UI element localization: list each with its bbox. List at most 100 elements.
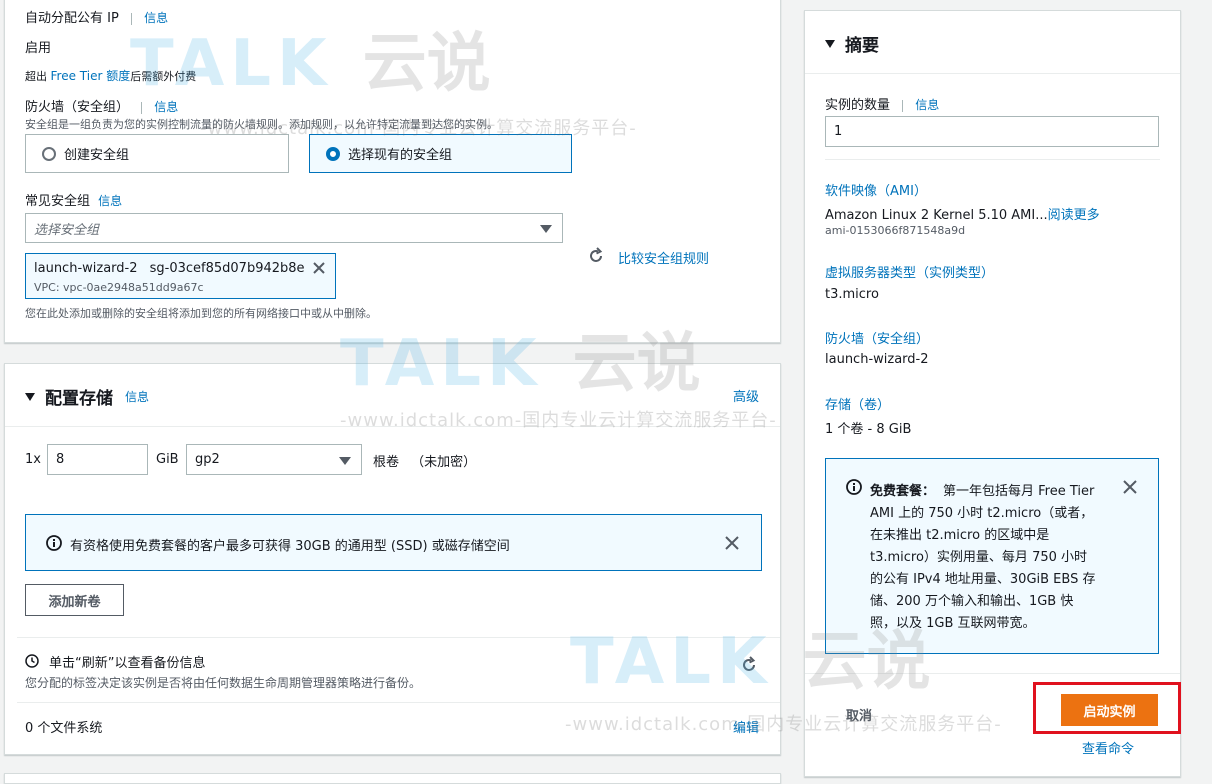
- edit-filesystems-link[interactable]: 编辑: [733, 717, 759, 736]
- backup-refresh-title: 单击“刷新”以查看备份信息: [49, 656, 206, 671]
- storage-summary-value: 1 个卷 - 8 GiB: [825, 422, 912, 437]
- radio-create-icon[interactable]: [42, 146, 56, 161]
- divider: [17, 702, 780, 703]
- storage-info-link[interactable]: 信息: [125, 388, 149, 405]
- launch-instance-button[interactable]: 启动实例: [1061, 694, 1158, 726]
- free-tier-suffix: 后需额外付费: [130, 70, 197, 83]
- root-volume-text: 根卷 （未加密）: [373, 451, 476, 470]
- close-icon[interactable]: [1122, 479, 1138, 495]
- token-id: sg-03cef85d07b942b8e: [149, 261, 305, 276]
- add-volume-button[interactable]: 添加新卷: [25, 584, 124, 616]
- existing-security-group-option[interactable]: 选择现有的安全组: [309, 134, 572, 173]
- storage-title: 配置存储: [45, 389, 113, 409]
- instance-type-label[interactable]: 虚拟服务器类型（实例类型）: [825, 262, 994, 281]
- caret-down-icon[interactable]: [825, 39, 835, 48]
- advanced-link[interactable]: 高级: [733, 386, 759, 405]
- remove-token-icon[interactable]: [312, 261, 326, 275]
- instances-count-value: 1: [834, 124, 843, 139]
- ami-value: Amazon Linux 2 Kernel 5.10 AMI...: [825, 208, 1048, 223]
- public-ip-label: 自动分配公有 IP: [25, 11, 119, 26]
- security-group-placeholder: 选择安全组: [34, 222, 100, 238]
- add-volume-label: 添加新卷: [48, 594, 101, 610]
- common-sg-label: 常见安全组: [25, 194, 91, 209]
- public-ip-value: 启用: [25, 41, 52, 56]
- free-tier-storage-text: 有资格使用免费套餐的客户最多可获得 30GB 的通用型 (SSD) 或磁存储空间: [70, 539, 510, 554]
- token-text: launch-wizard-2 sg-03cef85d07b942b8e: [34, 261, 305, 276]
- firewall-info-link[interactable]: 信息: [154, 100, 178, 114]
- volume-type-value: gp2: [195, 452, 220, 467]
- network-settings-panel: 自动分配公有 IP 信息 启用 超出 Free Tier 额度后需额外付费 防火…: [4, 0, 781, 343]
- volume-unit: GiB: [156, 452, 179, 467]
- firewall-row: 防火墙（安全组） 信息: [25, 96, 178, 115]
- firewall-summary-label[interactable]: 防火墙（安全组）: [825, 328, 929, 347]
- divider: [805, 73, 1180, 74]
- divider: [17, 637, 780, 638]
- instance-type-value: t3.micro: [825, 287, 879, 302]
- ami-id: ami-0153066f871548a9d: [825, 224, 966, 237]
- radio-create-label: 创建安全组: [64, 148, 130, 163]
- common-sg-info-link[interactable]: 信息: [98, 194, 122, 208]
- ami-label[interactable]: 软件映像（AMI）: [825, 180, 927, 199]
- free-tier-storage-notice: 有资格使用免费套餐的客户最多可获得 30GB 的通用型 (SSD) 或磁存储空间: [25, 514, 762, 571]
- security-group-note: 您在此处添加或删除的安全组将添加到您的所有网络接口中或从中删除。: [25, 307, 377, 320]
- firewall-label: 防火墙（安全组）: [25, 100, 130, 115]
- view-commands-link[interactable]: 查看命令: [1082, 738, 1134, 757]
- instances-info-link[interactable]: 信息: [915, 98, 939, 112]
- radio-existing-icon[interactable]: [326, 146, 340, 161]
- free-tier-line: 照，以及 1GB 互联网带宽。: [870, 616, 1036, 631]
- free-tier-note: 超出 Free Tier 额度后需额外付费: [25, 67, 196, 84]
- info-icon: [46, 535, 62, 551]
- free-tier-line: 的公有 IPv4 地址用量、30GiB EBS 存: [870, 572, 1096, 587]
- info-icon: [846, 479, 862, 495]
- security-group-select[interactable]: 选择安全组: [25, 213, 563, 243]
- filesystems-count: 0 个文件系统: [25, 721, 103, 736]
- caret-down-icon[interactable]: [25, 392, 35, 401]
- refresh-icon[interactable]: [587, 247, 605, 265]
- compare-rules-link[interactable]: 比较安全组规则: [618, 248, 709, 267]
- summary-title: 摘要: [845, 36, 879, 56]
- instances-count-input[interactable]: 1: [825, 116, 1159, 147]
- free-tier-prefix: 超出: [25, 70, 47, 83]
- divider: [5, 426, 780, 427]
- volume-type-select[interactable]: gp2: [186, 444, 362, 475]
- launch-instance-label: 启动实例: [1083, 704, 1136, 720]
- free-tier-line: 在未推出 t2.micro 的区域中是: [870, 528, 1050, 543]
- storage-panel: 配置存储 信息 高级 1x 8 GiB gp2 根卷 （未加密） 有资格使用免费…: [4, 363, 781, 755]
- divider: [805, 673, 1180, 674]
- storage-header[interactable]: 配置存储 信息: [25, 384, 149, 409]
- instances-label: 实例的数量: [825, 98, 891, 113]
- close-icon[interactable]: [724, 535, 740, 551]
- refresh-icon[interactable]: [740, 656, 758, 674]
- free-tier-summary-text: 免费套餐： 第一年包括每月 Free Tier AMI 上的 750 小时 t2.…: [870, 481, 1110, 635]
- cancel-button[interactable]: 取消: [846, 705, 872, 724]
- next-section-panel: [4, 773, 781, 784]
- token-vpc: VPC: vpc-0ae2948a51dd9a67c: [34, 281, 204, 294]
- summary-panel: 摘要 实例的数量 信息 1 软件映像（AMI） Amazon Linux 2 K…: [804, 10, 1181, 777]
- encryption-label: （未加密）: [411, 455, 477, 470]
- volume-count: 1x: [25, 452, 41, 467]
- firewall-description: 安全组是一组负责为您的实例控制流量的防火墙规则。添加规则，以允许特定流量到达您的…: [25, 118, 498, 131]
- free-tier-line: AMI 上的 750 小时 t2.micro（或者，: [870, 506, 1094, 521]
- summary-header[interactable]: 摘要: [825, 31, 879, 56]
- free-tier-bold: 免费套餐：: [870, 484, 936, 499]
- root-volume-label: 根卷: [373, 455, 400, 470]
- free-tier-link[interactable]: Free Tier 额度: [51, 69, 131, 83]
- backup-refresh-desc: 您分配的标签决定该实例是否将由任何数据生命周期管理器策略进行备份。: [25, 676, 422, 690]
- free-tier-summary-notice: 免费套餐： 第一年包括每月 Free Tier AMI 上的 750 小时 t2.…: [825, 458, 1159, 654]
- public-ip-info-link[interactable]: 信息: [144, 11, 168, 25]
- ami-row: Amazon Linux 2 Kernel 5.10 AMI...阅读更多: [825, 204, 1100, 223]
- security-group-token: launch-wizard-2 sg-03cef85d07b942b8e VPC…: [25, 253, 336, 299]
- instances-row: 实例的数量 信息: [825, 94, 939, 113]
- create-security-group-option[interactable]: 创建安全组: [25, 134, 289, 173]
- free-tier-line: 储、200 万个输入和输出、1GB 快: [870, 594, 1074, 609]
- ami-read-more-link[interactable]: 阅读更多: [1048, 208, 1100, 223]
- public-ip-row: 自动分配公有 IP 信息: [25, 7, 168, 26]
- token-name: launch-wizard-2: [34, 261, 138, 276]
- free-tier-line: t3.micro）实例用量、每月 750 小时: [870, 550, 1088, 565]
- free-tier-line: 第一年包括每月 Free Tier: [943, 484, 1095, 499]
- common-sg-row: 常见安全组 信息: [25, 190, 122, 209]
- volume-size-input[interactable]: 8: [47, 444, 148, 475]
- radio-existing-label: 选择现有的安全组: [348, 148, 453, 163]
- divider: [825, 159, 1160, 160]
- storage-summary-label[interactable]: 存储（卷）: [825, 394, 890, 413]
